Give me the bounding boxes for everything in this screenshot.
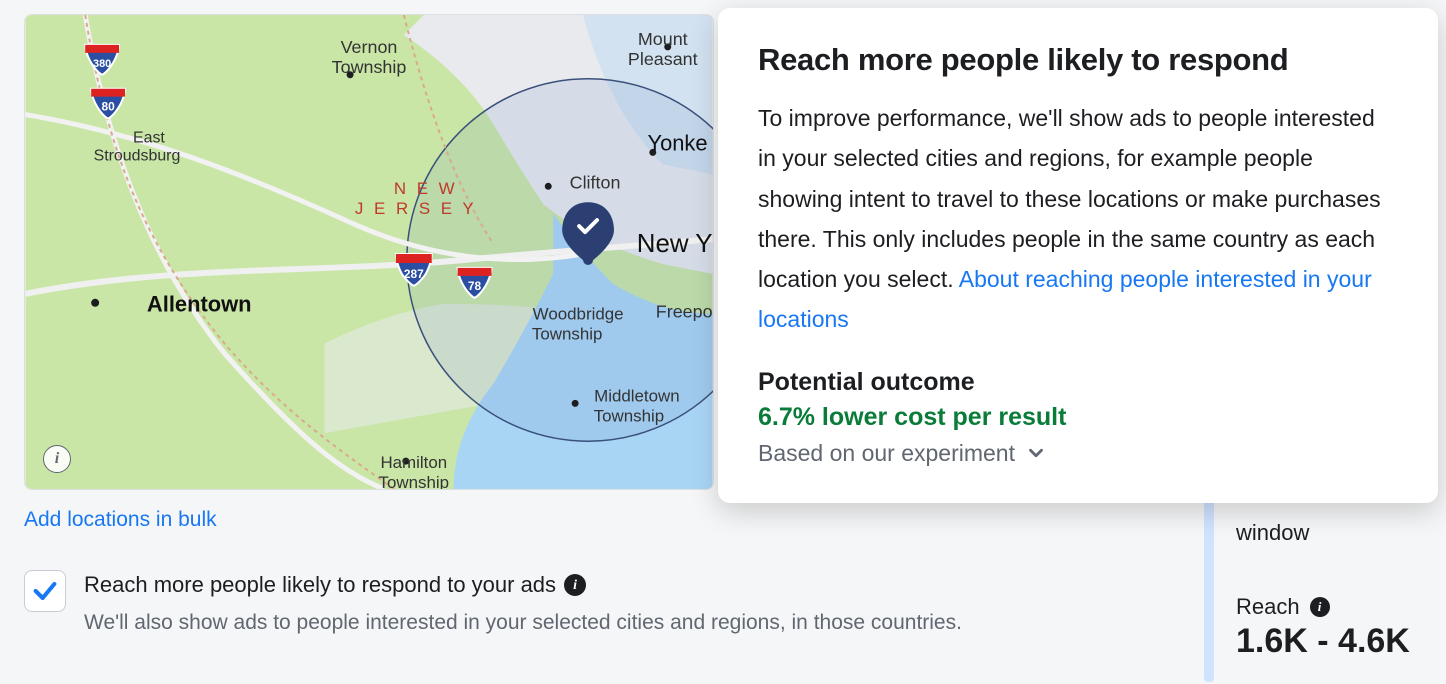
shield-80: 80 — [101, 100, 115, 114]
check-icon — [31, 577, 59, 605]
label-yonkers: Yonke — [648, 130, 708, 155]
map-info-icon[interactable]: i — [43, 445, 71, 473]
popover-body: To improve performance, we'll show ads t… — [758, 98, 1398, 340]
label-vernon: VernonTownship — [332, 37, 407, 77]
shield-380: 380 — [93, 58, 111, 70]
reach-more-row: Reach more people likely to respond to y… — [24, 570, 1204, 638]
reach-more-description: We'll also show ads to people interested… — [84, 607, 1034, 639]
side-panel: window Reach i 1.6K - 4.6K — [1236, 520, 1446, 661]
side-reach-value: 1.6K - 4.6K — [1236, 622, 1446, 661]
label-mount-pleasant: MountPleasant — [628, 29, 698, 69]
potential-outcome-title: Potential outcome — [758, 368, 1398, 397]
reach-more-checkbox[interactable] — [24, 570, 66, 612]
info-icon[interactable]: i — [564, 574, 586, 596]
reach-more-title: Reach more people likely to respond to y… — [84, 570, 556, 601]
popover-title: Reach more people likely to respond — [758, 42, 1398, 78]
reach-more-tooltip: Reach more people likely to respond To i… — [718, 8, 1438, 503]
add-locations-bulk-link[interactable]: Add locations in bulk — [24, 508, 1204, 532]
label-new-york: New Y — [637, 230, 713, 258]
label-hamilton: HamiltonTownship — [379, 453, 449, 489]
shield-78: 78 — [468, 279, 482, 293]
experiment-note[interactable]: Based on our experiment — [758, 440, 1398, 467]
label-clifton: Clifton — [570, 172, 621, 192]
chevron-down-icon — [1025, 442, 1047, 464]
potential-outcome-value: 6.7% lower cost per result — [758, 403, 1398, 432]
shield-287: 287 — [404, 267, 424, 281]
location-map[interactable]: 380 80 287 78 VernonTownship MountPleasa… — [24, 14, 714, 490]
label-allentown: Allentown — [147, 292, 252, 317]
side-reach-label: Reach — [1236, 594, 1300, 620]
info-icon[interactable]: i — [1310, 597, 1330, 617]
label-freeport: Freepo — [656, 302, 713, 322]
side-window-label: window — [1236, 520, 1446, 546]
